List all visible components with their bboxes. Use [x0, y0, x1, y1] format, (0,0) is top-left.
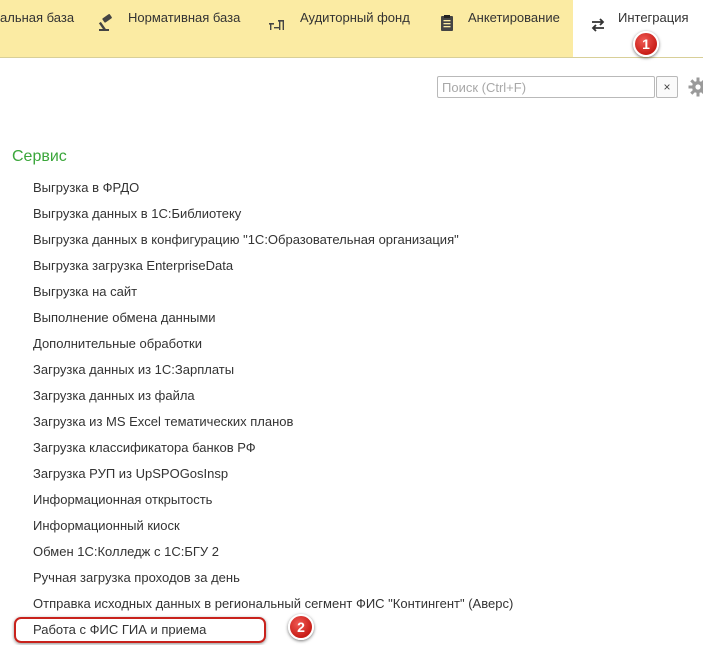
tab-label: Нормативная база: [128, 10, 241, 25]
list-item[interactable]: Выгрузка данных в 1С:Библиотеку: [33, 201, 513, 227]
tab-label: Интеграция: [618, 10, 689, 25]
tab-label: Анкетирование: [468, 10, 560, 25]
list-item[interactable]: Выгрузка загрузка EnterpriseData: [33, 253, 513, 279]
gear-icon[interactable]: [687, 76, 703, 98]
tab-label: Аудиторный фонд: [300, 10, 410, 25]
tab-normative-base[interactable]: Нормативная база: [90, 0, 250, 57]
section-title-service: Сервис: [12, 148, 67, 165]
list-item[interactable]: Выгрузка на сайт: [33, 279, 513, 305]
search-input[interactable]: [437, 76, 655, 98]
list-item[interactable]: Информационный киоск: [33, 513, 513, 539]
list-item[interactable]: Обмен 1С:Колледж с 1С:БГУ 2: [33, 539, 513, 565]
close-icon: ×: [663, 80, 671, 94]
search-clear-button[interactable]: ×: [656, 76, 678, 98]
top-tab-bar: альная база Нормативная база Аудиторный …: [0, 0, 703, 58]
list-item[interactable]: Загрузка классификатора банков РФ: [33, 435, 513, 461]
tab-surveys[interactable]: Анкетирование: [432, 0, 572, 57]
tab-accounting-base[interactable]: альная база: [0, 0, 80, 57]
list-item[interactable]: Информационная открытость: [33, 487, 513, 513]
list-item[interactable]: Загрузка РУП из UpSPOGosInsp: [33, 461, 513, 487]
list-item[interactable]: Дополнительные обработки: [33, 331, 513, 357]
service-command-list: Выгрузка в ФРДО Выгрузка данных в 1С:Биб…: [33, 175, 513, 643]
tab-label: альная база: [0, 10, 75, 25]
list-item[interactable]: Загрузка данных из файла: [33, 383, 513, 409]
annotation-badge-2: 2: [288, 614, 314, 640]
list-item[interactable]: Загрузка из MS Excel тематических планов: [33, 409, 513, 435]
tab-classroom-fund[interactable]: Аудиторный фонд: [262, 0, 422, 57]
annotation-badge-1: 1: [633, 31, 659, 57]
list-item[interactable]: Загрузка данных из 1С:Зарплаты: [33, 357, 513, 383]
list-item[interactable]: Выгрузка в ФРДО: [33, 175, 513, 201]
annotation-highlight-box: [14, 617, 266, 643]
list-item[interactable]: Отправка исходных данных в региональный …: [33, 591, 513, 617]
gavel-icon: [98, 14, 116, 32]
list-item[interactable]: Ручная загрузка проходов за день: [33, 565, 513, 591]
classroom-icon: [268, 14, 286, 32]
exchange-arrows-icon: [589, 16, 607, 34]
clipboard-icon: [438, 14, 456, 32]
list-item[interactable]: Выгрузка данных в конфигурацию "1С:Образ…: [33, 227, 513, 253]
list-item[interactable]: Выполнение обмена данными: [33, 305, 513, 331]
